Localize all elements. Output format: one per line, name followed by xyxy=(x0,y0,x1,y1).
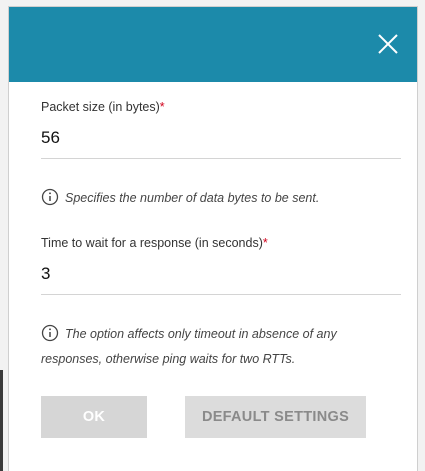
required-mark: * xyxy=(262,236,268,250)
packet-size-field: Packet size (in bytes)* xyxy=(41,100,401,159)
packet-size-hint-text: Specifies the number of data bytes to be… xyxy=(65,191,320,205)
timeout-input[interactable] xyxy=(41,256,401,295)
close-icon xyxy=(378,34,398,54)
required-mark: * xyxy=(159,100,165,114)
background-edge xyxy=(0,370,3,471)
timeout-label: Time to wait for a response (in seconds)… xyxy=(41,236,268,250)
info-icon xyxy=(41,188,59,213)
timeout-field: Time to wait for a response (in seconds)… xyxy=(41,236,401,295)
close-button[interactable] xyxy=(371,27,405,61)
packet-size-label: Packet size (in bytes)* xyxy=(41,100,165,114)
info-icon xyxy=(41,324,59,349)
packet-size-hint: Specifies the number of data bytes to be… xyxy=(41,188,396,213)
ping-settings-dialog: Packet size (in bytes)* Specifies the nu… xyxy=(8,6,418,471)
timeout-hint: The option affects only timeout in absen… xyxy=(41,324,396,370)
dialog-header xyxy=(9,7,417,82)
ok-button[interactable]: OK xyxy=(41,396,147,438)
timeout-hint-text: The option affects only timeout in absen… xyxy=(41,327,337,366)
default-settings-button[interactable]: DEFAULT SETTINGS xyxy=(185,396,366,438)
packet-size-input[interactable] xyxy=(41,120,401,159)
